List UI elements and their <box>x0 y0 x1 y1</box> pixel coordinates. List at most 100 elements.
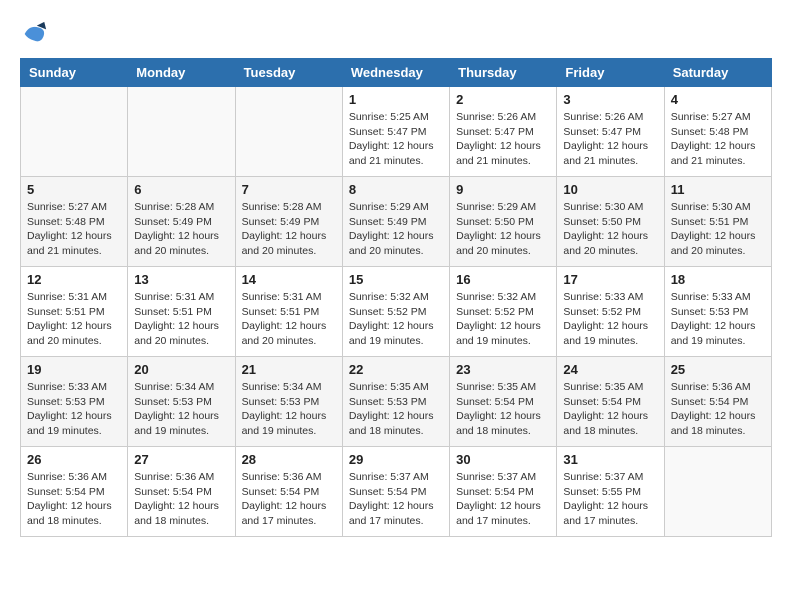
day-info: Sunrise: 5:36 AM Sunset: 5:54 PM Dayligh… <box>671 380 765 439</box>
day-info: Sunrise: 5:31 AM Sunset: 5:51 PM Dayligh… <box>27 290 121 349</box>
day-info: Sunrise: 5:36 AM Sunset: 5:54 PM Dayligh… <box>242 470 336 529</box>
calendar-cell <box>128 87 235 177</box>
day-number: 28 <box>242 452 336 467</box>
calendar-cell: 18 Sunrise: 5:33 AM Sunset: 5:53 PM Dayli… <box>664 267 771 357</box>
day-number: 25 <box>671 362 765 377</box>
calendar-cell: 23 Sunrise: 5:35 AM Sunset: 5:54 PM Dayli… <box>450 357 557 447</box>
day-number: 26 <box>27 452 121 467</box>
day-info: Sunrise: 5:29 AM Sunset: 5:49 PM Dayligh… <box>349 200 443 259</box>
calendar-header-row: SundayMondayTuesdayWednesdayThursdayFrid… <box>21 59 772 87</box>
calendar-week-3: 12 Sunrise: 5:31 AM Sunset: 5:51 PM Dayli… <box>21 267 772 357</box>
calendar-cell <box>235 87 342 177</box>
day-info: Sunrise: 5:34 AM Sunset: 5:53 PM Dayligh… <box>134 380 228 439</box>
day-header-thursday: Thursday <box>450 59 557 87</box>
day-info: Sunrise: 5:37 AM Sunset: 5:55 PM Dayligh… <box>563 470 657 529</box>
day-info: Sunrise: 5:31 AM Sunset: 5:51 PM Dayligh… <box>134 290 228 349</box>
calendar-week-1: 1 Sunrise: 5:25 AM Sunset: 5:47 PM Daylig… <box>21 87 772 177</box>
day-info: Sunrise: 5:36 AM Sunset: 5:54 PM Dayligh… <box>27 470 121 529</box>
day-header-monday: Monday <box>128 59 235 87</box>
day-info: Sunrise: 5:27 AM Sunset: 5:48 PM Dayligh… <box>27 200 121 259</box>
logo-icon <box>20 20 48 48</box>
day-number: 1 <box>349 92 443 107</box>
logo <box>20 20 50 48</box>
calendar-cell: 13Sunrise: 5:31 AM Sunset: 5:51 PM Dayli… <box>128 267 235 357</box>
day-info: Sunrise: 5:26 AM Sunset: 5:47 PM Dayligh… <box>456 110 550 169</box>
calendar-cell: 16Sunrise: 5:32 AM Sunset: 5:52 PM Dayli… <box>450 267 557 357</box>
day-number: 19 <box>27 362 121 377</box>
day-info: Sunrise: 5:31 AM Sunset: 5:51 PM Dayligh… <box>242 290 336 349</box>
day-number: 20 <box>134 362 228 377</box>
calendar-table: SundayMondayTuesdayWednesdayThursdayFrid… <box>20 58 772 537</box>
day-info: Sunrise: 5:37 AM Sunset: 5:54 PM Dayligh… <box>349 470 443 529</box>
day-number: 5 <box>27 182 121 197</box>
calendar-cell <box>21 87 128 177</box>
day-number: 2 <box>456 92 550 107</box>
day-info: Sunrise: 5:37 AM Sunset: 5:54 PM Dayligh… <box>456 470 550 529</box>
day-info: Sunrise: 5:29 AM Sunset: 5:50 PM Dayligh… <box>456 200 550 259</box>
calendar-cell: 8 Sunrise: 5:29 AM Sunset: 5:49 PM Daylig… <box>342 177 449 267</box>
calendar-cell: 10 Sunrise: 5:30 AM Sunset: 5:50 PM Dayli… <box>557 177 664 267</box>
calendar-cell: 20 Sunrise: 5:34 AM Sunset: 5:53 PM Dayli… <box>128 357 235 447</box>
day-number: 3 <box>563 92 657 107</box>
day-number: 7 <box>242 182 336 197</box>
calendar-cell: 22 Sunrise: 5:35 AM Sunset: 5:53 PM Dayli… <box>342 357 449 447</box>
day-info: Sunrise: 5:36 AM Sunset: 5:54 PM Dayligh… <box>134 470 228 529</box>
calendar-cell: 31 Sunrise: 5:37 AM Sunset: 5:55 PM Dayli… <box>557 447 664 537</box>
day-info: Sunrise: 5:34 AM Sunset: 5:53 PM Dayligh… <box>242 380 336 439</box>
day-number: 27 <box>134 452 228 467</box>
calendar-cell: 29Sunrise: 5:37 AM Sunset: 5:54 PM Dayli… <box>342 447 449 537</box>
calendar-cell: 21 Sunrise: 5:34 AM Sunset: 5:53 PM Dayli… <box>235 357 342 447</box>
day-info: Sunrise: 5:28 AM Sunset: 5:49 PM Dayligh… <box>242 200 336 259</box>
day-info: Sunrise: 5:30 AM Sunset: 5:51 PM Dayligh… <box>671 200 765 259</box>
day-number: 4 <box>671 92 765 107</box>
day-number: 14 <box>242 272 336 287</box>
calendar-cell: 11 Sunrise: 5:30 AM Sunset: 5:51 PM Dayli… <box>664 177 771 267</box>
day-info: Sunrise: 5:30 AM Sunset: 5:50 PM Dayligh… <box>563 200 657 259</box>
day-info: Sunrise: 5:33 AM Sunset: 5:53 PM Dayligh… <box>27 380 121 439</box>
calendar-cell: 26 Sunrise: 5:36 AM Sunset: 5:54 PM Dayli… <box>21 447 128 537</box>
day-number: 16 <box>456 272 550 287</box>
day-info: Sunrise: 5:35 AM Sunset: 5:53 PM Dayligh… <box>349 380 443 439</box>
day-number: 17 <box>563 272 657 287</box>
day-number: 21 <box>242 362 336 377</box>
day-info: Sunrise: 5:35 AM Sunset: 5:54 PM Dayligh… <box>563 380 657 439</box>
calendar-cell: 19 Sunrise: 5:33 AM Sunset: 5:53 PM Dayli… <box>21 357 128 447</box>
day-info: Sunrise: 5:33 AM Sunset: 5:52 PM Dayligh… <box>563 290 657 349</box>
day-number: 15 <box>349 272 443 287</box>
day-number: 23 <box>456 362 550 377</box>
day-number: 10 <box>563 182 657 197</box>
day-header-tuesday: Tuesday <box>235 59 342 87</box>
day-info: Sunrise: 5:35 AM Sunset: 5:54 PM Dayligh… <box>456 380 550 439</box>
day-number: 6 <box>134 182 228 197</box>
calendar-cell: 5 Sunrise: 5:27 AM Sunset: 5:48 PM Daylig… <box>21 177 128 267</box>
day-header-friday: Friday <box>557 59 664 87</box>
calendar-cell: 25 Sunrise: 5:36 AM Sunset: 5:54 PM Dayli… <box>664 357 771 447</box>
calendar-cell: 9 Sunrise: 5:29 AM Sunset: 5:50 PM Daylig… <box>450 177 557 267</box>
calendar-cell: 17 Sunrise: 5:33 AM Sunset: 5:52 PM Dayli… <box>557 267 664 357</box>
page-header <box>20 20 772 48</box>
day-number: 18 <box>671 272 765 287</box>
day-number: 31 <box>563 452 657 467</box>
day-info: Sunrise: 5:32 AM Sunset: 5:52 PM Dayligh… <box>349 290 443 349</box>
calendar-week-5: 26 Sunrise: 5:36 AM Sunset: 5:54 PM Dayli… <box>21 447 772 537</box>
day-header-sunday: Sunday <box>21 59 128 87</box>
calendar-cell: 28 Sunrise: 5:36 AM Sunset: 5:54 PM Dayli… <box>235 447 342 537</box>
day-header-wednesday: Wednesday <box>342 59 449 87</box>
calendar-cell: 1 Sunrise: 5:25 AM Sunset: 5:47 PM Daylig… <box>342 87 449 177</box>
calendar-week-4: 19 Sunrise: 5:33 AM Sunset: 5:53 PM Dayli… <box>21 357 772 447</box>
day-info: Sunrise: 5:33 AM Sunset: 5:53 PM Dayligh… <box>671 290 765 349</box>
calendar-cell: 7 Sunrise: 5:28 AM Sunset: 5:49 PM Daylig… <box>235 177 342 267</box>
day-number: 30 <box>456 452 550 467</box>
calendar-cell: 15 Sunrise: 5:32 AM Sunset: 5:52 PM Dayli… <box>342 267 449 357</box>
calendar-week-2: 5 Sunrise: 5:27 AM Sunset: 5:48 PM Daylig… <box>21 177 772 267</box>
day-number: 11 <box>671 182 765 197</box>
calendar-cell: 24Sunrise: 5:35 AM Sunset: 5:54 PM Dayli… <box>557 357 664 447</box>
day-number: 9 <box>456 182 550 197</box>
day-info: Sunrise: 5:25 AM Sunset: 5:47 PM Dayligh… <box>349 110 443 169</box>
day-number: 22 <box>349 362 443 377</box>
calendar-cell: 2 Sunrise: 5:26 AM Sunset: 5:47 PM Daylig… <box>450 87 557 177</box>
day-number: 12 <box>27 272 121 287</box>
calendar-cell: 4Sunrise: 5:27 AM Sunset: 5:48 PM Daylig… <box>664 87 771 177</box>
day-number: 8 <box>349 182 443 197</box>
calendar-cell: 27 Sunrise: 5:36 AM Sunset: 5:54 PM Dayli… <box>128 447 235 537</box>
